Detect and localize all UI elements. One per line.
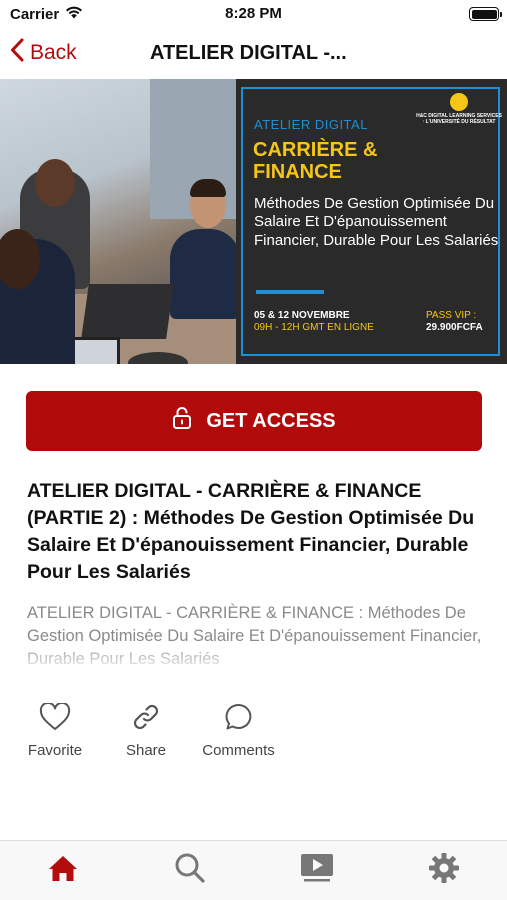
status-left: Carrier (10, 6, 83, 23)
tab-home[interactable] (33, 849, 93, 893)
pass-value: 29.900FCFA (426, 322, 483, 333)
gear-icon (428, 852, 460, 889)
poster-kicker: ATELIER DIGITAL (254, 117, 368, 132)
course-title: ATELIER DIGITAL - CARRIÈRE & FINANCE (PA… (27, 480, 475, 584)
back-label: Back (30, 41, 77, 64)
tab-bar (0, 840, 507, 900)
tab-settings[interactable] (414, 849, 474, 893)
logo-icon (450, 93, 468, 111)
poster-date-line2: 09H - 12H GMT EN LIGNE (254, 322, 374, 333)
share-label: Share (125, 742, 167, 759)
poster-date-line1: 05 & 12 NOVEMBRE (254, 310, 350, 321)
get-access-button[interactable]: GET ACCESS (26, 391, 482, 451)
action-row: Favorite Share Comments (24, 700, 281, 759)
comments-button[interactable]: Comments (196, 700, 281, 759)
course-hero-image: H&C DIGITAL LEARNING SERVICES · L'UNIVER… (0, 79, 507, 364)
home-icon (48, 854, 78, 887)
meeting-photo (0, 79, 236, 364)
course-poster: H&C DIGITAL LEARNING SERVICES · L'UNIVER… (236, 79, 507, 364)
tab-search[interactable] (160, 849, 220, 893)
navigation-bar: Back ATELIER DIGITAL -... (0, 28, 507, 78)
back-button[interactable]: Back (0, 38, 77, 68)
unlock-icon (172, 406, 192, 436)
poster-heading-line2: FINANCE (253, 161, 342, 184)
comment-icon (224, 700, 254, 734)
battery-icon (469, 7, 502, 21)
link-icon (131, 700, 161, 734)
favorite-button[interactable]: Favorite (24, 700, 86, 759)
share-button[interactable]: Share (96, 700, 196, 759)
tab-videos[interactable] (287, 849, 347, 893)
status-bar: Carrier (0, 0, 507, 28)
search-icon (174, 852, 206, 889)
course-description: ATELIER DIGITAL - CARRIÈRE & FINANCE : M… (27, 602, 487, 670)
video-icon (300, 853, 334, 888)
favorite-label: Favorite (27, 742, 83, 759)
carrier-label: Carrier (10, 5, 60, 23)
logo-text: H&C DIGITAL LEARNING SERVICES · L'UNIVER… (416, 113, 502, 125)
get-access-label: GET ACCESS (206, 409, 336, 432)
poster-pass: PASS VIP : 29.900FCFA (426, 310, 483, 334)
heart-icon (39, 700, 71, 734)
poster-heading-line1: CARRIÈRE & (253, 139, 378, 161)
comments-label: Comments (202, 742, 275, 759)
brand-logo: H&C DIGITAL LEARNING SERVICES · L'UNIVER… (416, 93, 502, 125)
poster-body: Méthodes De Gestion Optimisée Du Salaire… (254, 195, 499, 249)
poster-date: 05 & 12 NOVEMBRE 09H - 12H GMT EN LIGNE (254, 310, 374, 334)
wifi-icon (65, 6, 83, 23)
poster-divider (256, 290, 324, 294)
chevron-left-icon (10, 38, 24, 68)
pass-label: PASS VIP : (426, 310, 477, 321)
poster-heading: CARRIÈRE & FINANCE (253, 139, 463, 184)
page-title: ATELIER DIGITAL -... (150, 41, 347, 64)
